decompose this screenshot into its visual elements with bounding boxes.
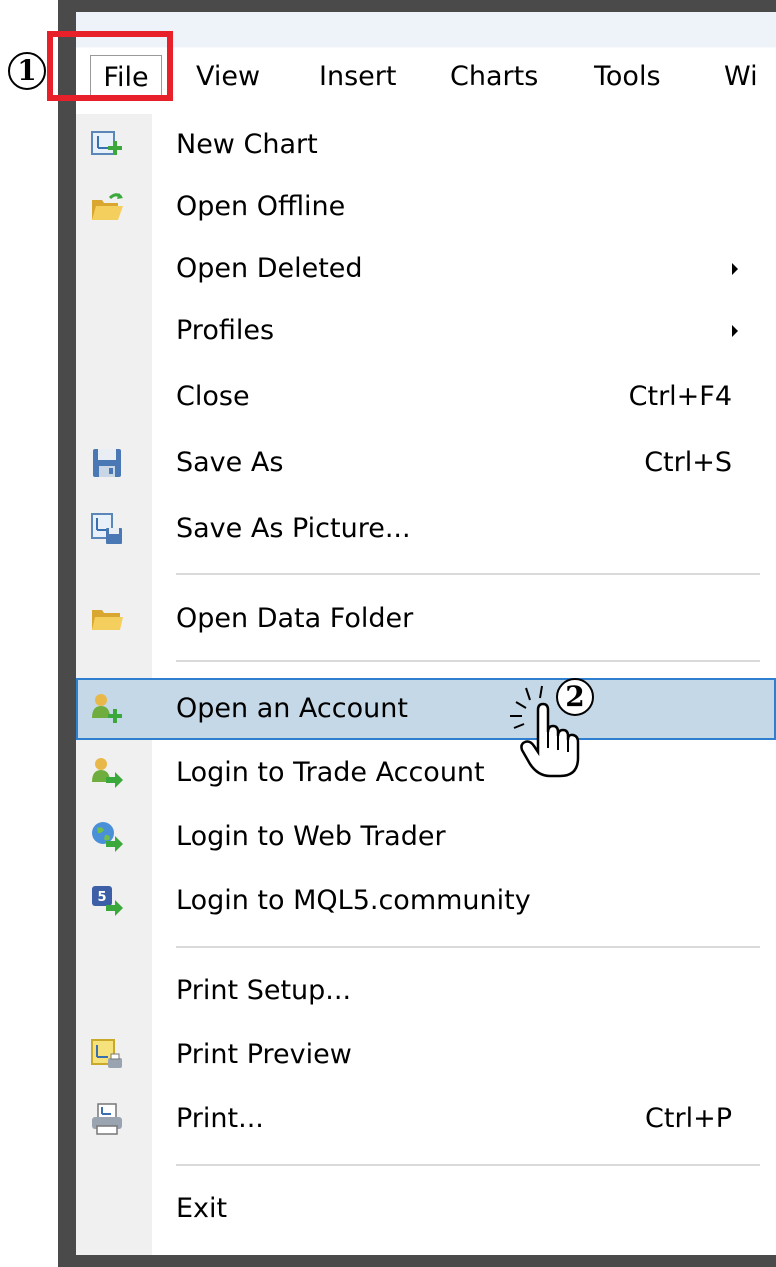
print-preview-icon [91, 1039, 122, 1068]
file-dropdown-menu: New Chart Open Offline Open Deleted Prof… [76, 114, 776, 1255]
menu-item-login-trade-account[interactable]: Login to Trade Account [76, 742, 776, 804]
menu-item-label: Login to Trade Account [176, 757, 485, 788]
file-menu-highlight-box [47, 31, 173, 101]
menu-item-save-as[interactable]: Save As Ctrl+S [76, 432, 776, 494]
menu-item-label: Save As [176, 447, 284, 478]
menu-item-save-as-picture[interactable]: Save As Picture... [76, 498, 776, 560]
mql5-login-icon: 5 [92, 886, 123, 916]
save-picture-icon [91, 513, 122, 544]
menu-item-print-setup[interactable]: Print Setup... [76, 960, 776, 1022]
menu-separator [176, 1164, 760, 1166]
menu-item-label: Open Data Folder [176, 603, 414, 634]
menu-separator [176, 660, 760, 662]
menu-item-exit[interactable]: Exit [76, 1178, 776, 1240]
menu-item-new-chart[interactable]: New Chart [76, 114, 776, 176]
menu-item-label: Print Setup... [176, 975, 352, 1006]
menu-item-label: Login to Web Trader [176, 821, 446, 852]
menu-separator [176, 573, 760, 575]
menu-item-open-an-account[interactable]: Open an Account [76, 678, 776, 740]
menu-item-print-preview[interactable]: Print Preview [76, 1024, 776, 1086]
menu-item-label: Profiles [176, 315, 275, 346]
menu-item-label: Exit [176, 1193, 228, 1224]
menu-item-open-data-folder[interactable]: Open Data Folder [76, 588, 776, 650]
new-chart-icon [91, 131, 122, 155]
menu-item-close[interactable]: Close Ctrl+F4 [76, 366, 776, 428]
menu-item-shortcut: Ctrl+S [644, 447, 732, 478]
menu-item-login-web-trader[interactable]: Login to Web Trader [76, 806, 776, 868]
menu-item-print[interactable]: Print... Ctrl+P [76, 1088, 776, 1150]
menu-item-shortcut: Ctrl+F4 [628, 381, 732, 412]
menu-item-label: Print Preview [176, 1039, 352, 1070]
submenu-arrow-icon [732, 263, 738, 275]
window-frame-left [58, 0, 76, 1267]
menu-item-shortcut: Ctrl+P [645, 1103, 732, 1134]
printer-icon [92, 1103, 122, 1135]
menu-view[interactable]: View [196, 55, 260, 99]
menu-item-open-deleted[interactable]: Open Deleted [76, 238, 776, 300]
menu-window[interactable]: Wi [724, 55, 776, 99]
svg-text:5: 5 [97, 890, 106, 905]
menu-item-login-mql5[interactable]: 5 Login to MQL5.community [76, 870, 776, 932]
menu-item-label: New Chart [176, 129, 318, 160]
menu-item-label: Open an Account [176, 693, 408, 724]
menu-item-label: Open Deleted [176, 253, 363, 284]
user-login-icon [92, 758, 123, 788]
user-add-icon [92, 694, 122, 723]
window-frame-top [58, 0, 776, 12]
menu-bar [76, 12, 776, 114]
menu-charts[interactable]: Charts [450, 55, 538, 99]
folder-icon [92, 610, 123, 630]
hand-pointer-icon [510, 685, 580, 778]
menu-item-open-offline[interactable]: Open Offline [76, 176, 776, 238]
step-badge-1: 1 [8, 52, 46, 90]
menu-item-label: Open Offline [176, 191, 346, 222]
menu-item-label: Print... [176, 1103, 264, 1134]
submenu-arrow-icon [732, 325, 738, 337]
menu-item-label: Login to MQL5.community [176, 885, 531, 916]
window-frame-bottom [58, 1255, 776, 1267]
floppy-disk-icon [93, 449, 121, 477]
menu-item-label: Save As Picture... [176, 513, 411, 544]
menu-item-profiles[interactable]: Profiles [76, 300, 776, 362]
menu-item-label: Close [176, 381, 250, 412]
open-folder-icon [92, 193, 123, 220]
globe-login-icon [92, 822, 123, 852]
menu-tools[interactable]: Tools [594, 55, 661, 99]
menu-insert[interactable]: Insert [319, 55, 396, 99]
menu-separator [176, 946, 760, 948]
